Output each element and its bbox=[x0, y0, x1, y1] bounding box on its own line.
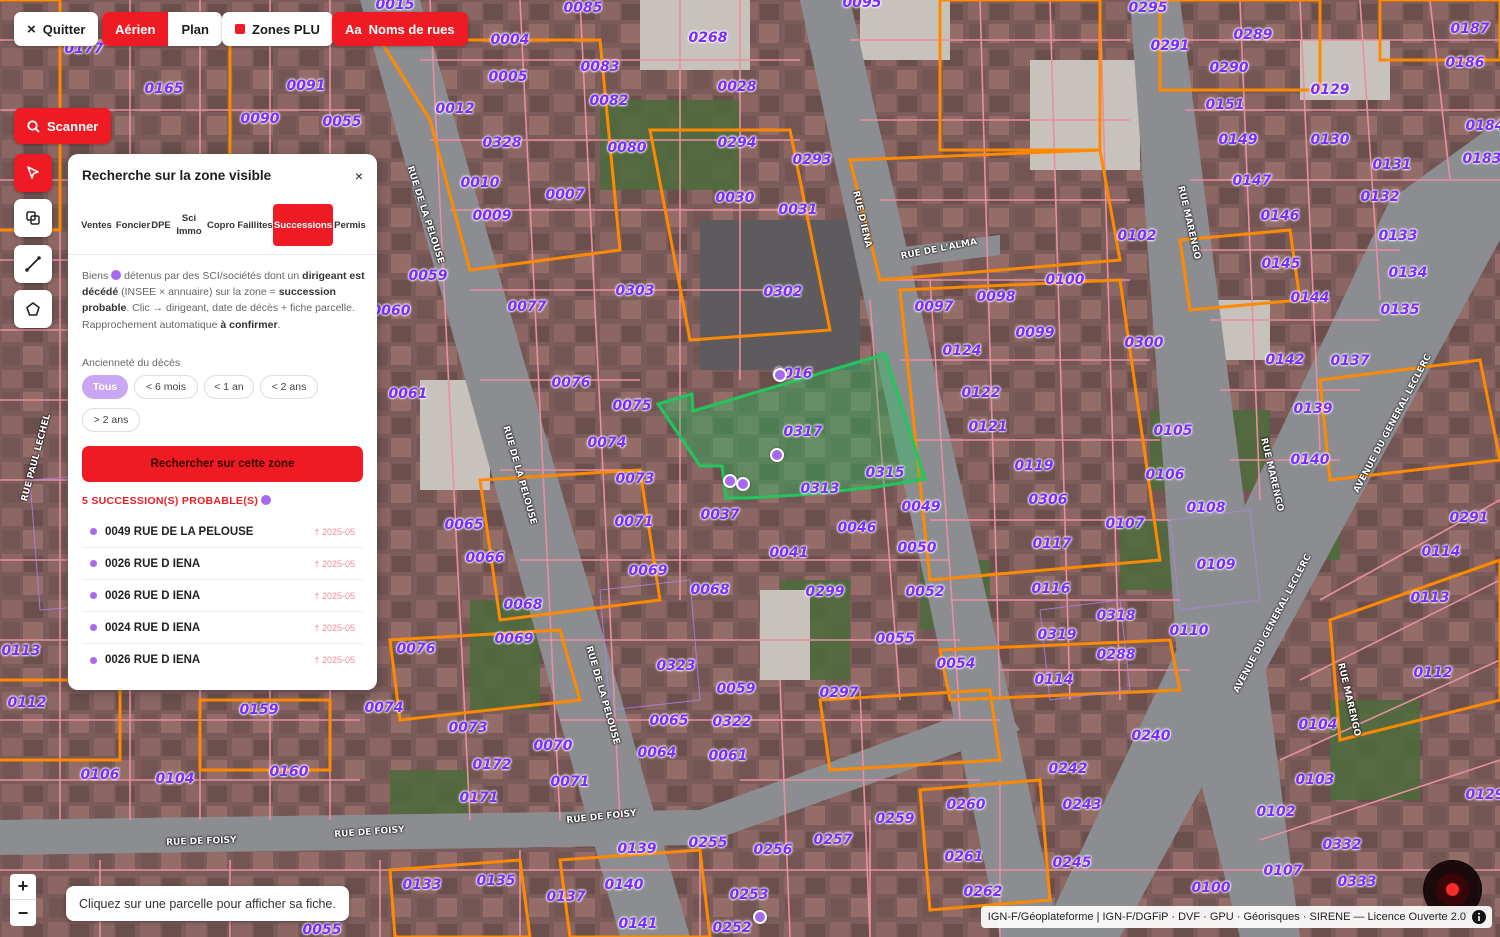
result-death-date: † 2025-05 bbox=[314, 526, 355, 537]
tab-foncier[interactable]: Foncier bbox=[116, 204, 150, 246]
quit-button[interactable]: × Quitter bbox=[14, 12, 99, 46]
succession-bullet-icon bbox=[90, 560, 97, 567]
result-death-date: † 2025-05 bbox=[314, 558, 355, 569]
filter-all[interactable]: Tous bbox=[82, 375, 128, 399]
polygon-tool-button[interactable] bbox=[14, 290, 52, 328]
tab-successions[interactable]: Successions bbox=[273, 204, 333, 246]
layers-tool-button[interactable] bbox=[14, 199, 52, 237]
succession-pin[interactable] bbox=[773, 368, 787, 382]
result-death-date: † 2025-05 bbox=[314, 622, 355, 633]
filter-over-2-years[interactable]: > 2 ans bbox=[82, 408, 140, 432]
succession-pin[interactable] bbox=[723, 474, 737, 488]
filter-1-year[interactable]: < 1 an bbox=[204, 375, 254, 399]
zoom-out-button[interactable]: − bbox=[10, 900, 36, 926]
map-attribution: IGN-F/Géoplateforme | IGN-F/DGFiP · DVF … bbox=[980, 906, 1492, 928]
info-icon[interactable] bbox=[1472, 910, 1486, 924]
zones-plu-toggle[interactable]: Zones PLU bbox=[222, 12, 333, 46]
measure-line-icon bbox=[25, 256, 41, 272]
scan-label: Scanner bbox=[47, 118, 99, 134]
result-address: 0026 RUE D IENA bbox=[105, 589, 201, 602]
succession-dot-icon bbox=[111, 270, 122, 280]
result-address: 0049 RUE DE LA PELOUSE bbox=[105, 525, 254, 538]
quit-label: Quitter bbox=[42, 21, 86, 37]
result-row[interactable]: 0026 RUE D IENA † 2025-05 bbox=[82, 548, 363, 580]
succession-bullet-icon bbox=[90, 656, 97, 664]
divider bbox=[68, 254, 377, 255]
zone-search-panel: Recherche sur la zone visible × Ventes F… bbox=[68, 154, 377, 690]
filter-2-years[interactable]: < 2 ans bbox=[260, 375, 318, 399]
succession-bullet-icon bbox=[90, 592, 97, 599]
tab-faillites[interactable]: Faillites bbox=[237, 204, 273, 246]
street-names-label: Noms de rues bbox=[368, 21, 455, 37]
result-address: 0024 RUE D IENA bbox=[105, 621, 201, 634]
scan-button[interactable]: Scanner bbox=[14, 108, 112, 144]
filter-6-months[interactable]: < 6 mois bbox=[134, 375, 198, 399]
result-row[interactable]: 0049 RUE DE LA PELOUSE † 2025-05 bbox=[82, 516, 363, 548]
category-tabs: Ventes Foncier DPE Sci Immo Copro Failli… bbox=[76, 204, 371, 246]
tab-ventes[interactable]: Ventes bbox=[76, 204, 117, 246]
result-death-date: † 2025-05 bbox=[314, 590, 355, 601]
succession-bullet-icon bbox=[90, 624, 97, 631]
result-row[interactable]: 0026 RUE D IENA † 2025-05 bbox=[82, 580, 363, 612]
measure-tool-button[interactable] bbox=[14, 245, 52, 283]
succession-dot-icon bbox=[261, 495, 272, 505]
succession-pin[interactable] bbox=[736, 477, 750, 491]
panel-title: Recherche sur la zone visible bbox=[82, 168, 272, 183]
tab-permis[interactable]: Permis bbox=[333, 204, 367, 246]
tab-dpe[interactable]: DPE bbox=[149, 204, 173, 246]
zoom-in-button[interactable]: + bbox=[10, 874, 36, 900]
layers-icon bbox=[26, 211, 40, 225]
filter-label: Ancienneté du décès bbox=[82, 357, 181, 369]
tab-copro[interactable]: Copro bbox=[205, 204, 237, 246]
successions-description: Biens détenus par des SCI/sociétés dont … bbox=[82, 270, 365, 331]
search-icon bbox=[27, 119, 40, 133]
map-hint: Cliquez sur une parcelle pour afficher s… bbox=[66, 886, 349, 921]
view-mode-toggle[interactable]: Aérien Plan bbox=[102, 12, 222, 46]
succession-pin[interactable] bbox=[753, 910, 767, 924]
panel-close-button[interactable]: × bbox=[355, 168, 363, 184]
view-aerial-button[interactable]: Aérien bbox=[102, 12, 169, 46]
close-icon: × bbox=[27, 20, 36, 38]
street-names-toggle[interactable]: Aa Noms de rues bbox=[332, 12, 468, 46]
result-row[interactable]: 0024 RUE D IENA † 2025-05 bbox=[82, 612, 363, 644]
succession-bullet-icon bbox=[90, 528, 97, 535]
view-plan-button[interactable]: Plan bbox=[168, 12, 221, 46]
polygon-icon bbox=[26, 302, 40, 316]
text-aa-icon: Aa bbox=[345, 21, 362, 37]
tab-sci-immo[interactable]: Sci Immo bbox=[173, 204, 205, 246]
result-address: 0026 RUE D IENA bbox=[105, 654, 201, 666]
attribution-text: IGN-F/Géoplateforme | IGN-F/DGFiP · DVF … bbox=[987, 911, 1466, 923]
zones-plu-label: Zones PLU bbox=[252, 21, 320, 37]
zones-square-icon bbox=[235, 24, 245, 34]
result-count: 5 SUCCESSION(S) PROBABLE(S) bbox=[82, 495, 272, 507]
search-zone-button[interactable]: Rechercher sur cette zone bbox=[82, 446, 363, 482]
result-address: 0026 RUE D IENA bbox=[105, 557, 201, 570]
result-death-date: † 2025-05 bbox=[314, 655, 355, 665]
result-row[interactable]: 0026 RUE D IENA † 2025-05 bbox=[82, 644, 363, 676]
select-tool-button[interactable] bbox=[14, 154, 52, 192]
succession-pin[interactable] bbox=[770, 448, 784, 462]
pointer-icon bbox=[27, 166, 39, 179]
